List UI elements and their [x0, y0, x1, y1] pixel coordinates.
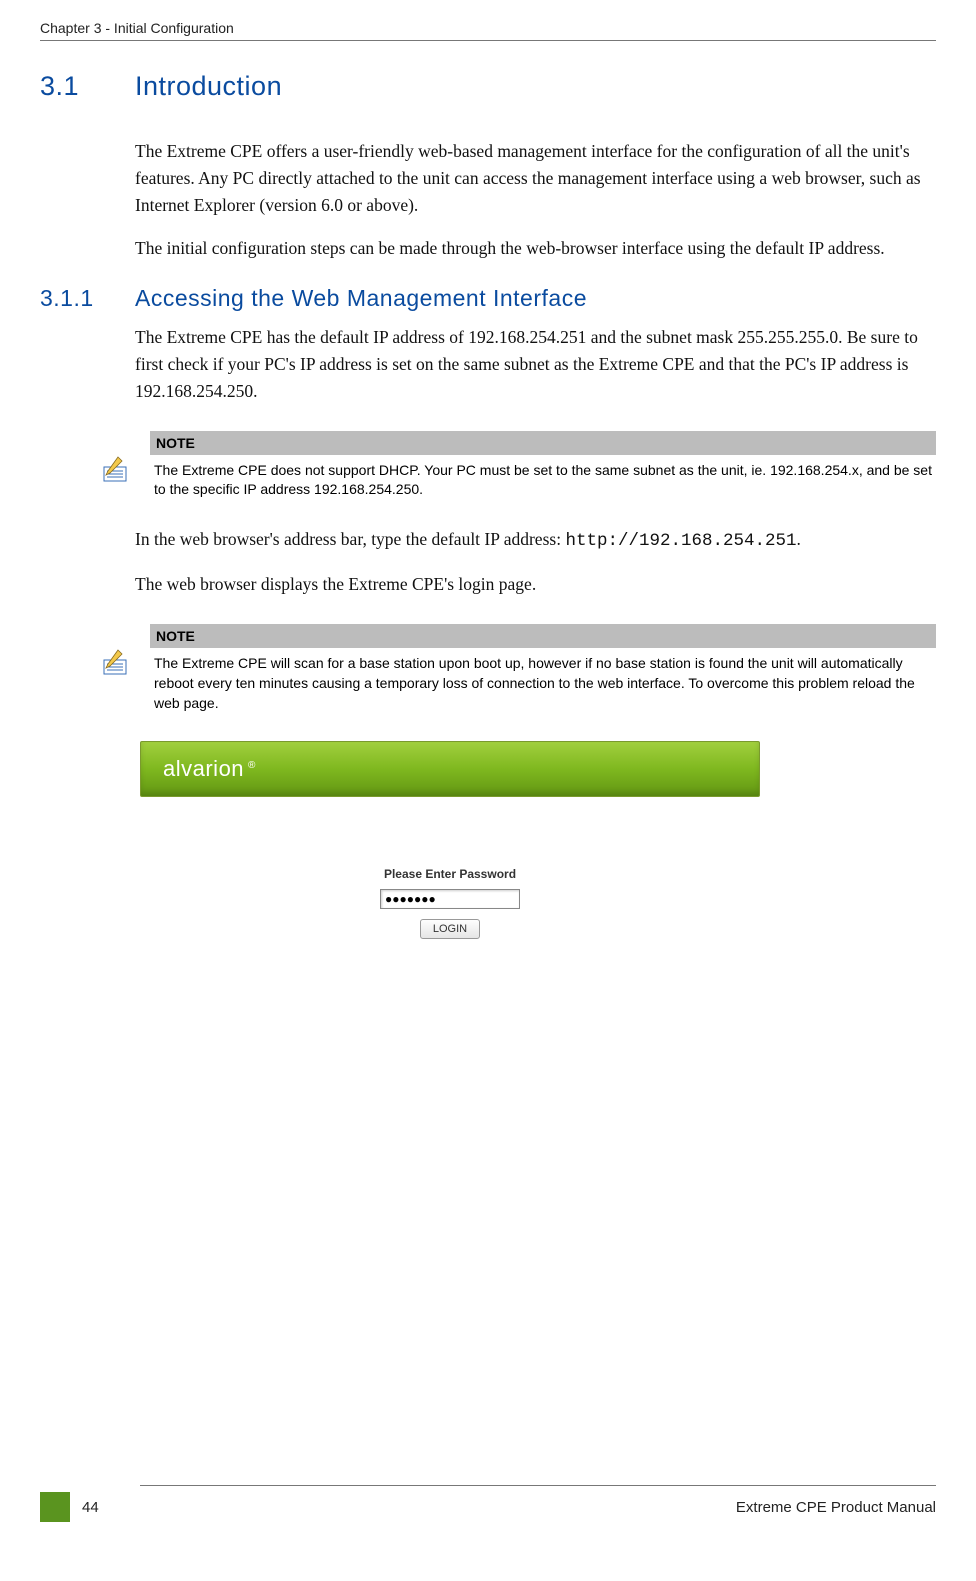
note-block-2: NOTE The Extreme CPE will scan for a bas…: [100, 624, 936, 713]
heading-3-1-1-number: 3.1.1: [40, 285, 135, 312]
heading-3-1: 3.1Introduction: [40, 71, 936, 102]
password-input[interactable]: [380, 889, 520, 909]
intro-paragraph-1: The Extreme CPE offers a user-friendly w…: [135, 138, 936, 219]
footer-green-box-icon: [40, 1492, 70, 1522]
access-paragraph-2: In the web browser's address bar, type t…: [135, 526, 936, 555]
login-banner: alvarion ®: [140, 741, 760, 797]
note-1-text: The Extreme CPE does not support DHCP. Y…: [150, 455, 936, 500]
note-block-1: NOTE The Extreme CPE does not support DH…: [100, 431, 936, 500]
running-header: Chapter 3 - Initial Configuration: [40, 20, 936, 36]
brand-logo-text: alvarion: [163, 756, 244, 781]
note-pencil-icon: [100, 646, 132, 683]
default-ip-url: http://192.168.254.251: [565, 531, 796, 551]
intro-paragraph-2: The initial configuration steps can be m…: [135, 235, 936, 262]
heading-3-1-number: 3.1: [40, 71, 135, 102]
footer-doc-title: Extreme CPE Product Manual: [736, 1499, 936, 1516]
password-prompt-label: Please Enter Password: [140, 867, 760, 881]
access-paragraph-2-post: .: [796, 529, 800, 549]
heading-3-1-title: Introduction: [135, 71, 282, 101]
footer-rule: [140, 1485, 936, 1486]
note-2-text: The Extreme CPE will scan for a base sta…: [150, 648, 936, 713]
heading-3-1-1: 3.1.1Accessing the Web Management Interf…: [40, 285, 936, 312]
header-rule: [40, 40, 936, 41]
page-number: 44: [82, 1499, 99, 1516]
note-pencil-icon: [100, 453, 132, 490]
login-page-figure: alvarion ® Please Enter Password LOGIN: [140, 741, 760, 939]
page-footer: 44 Extreme CPE Product Manual: [40, 1485, 936, 1522]
heading-3-1-1-title: Accessing the Web Management Interface: [135, 285, 587, 311]
access-paragraph-2-pre: In the web browser's address bar, type t…: [135, 529, 565, 549]
note-1-label: NOTE: [150, 431, 936, 455]
login-button[interactable]: LOGIN: [420, 919, 480, 939]
brand-logo: alvarion ®: [163, 756, 256, 782]
note-2-label: NOTE: [150, 624, 936, 648]
access-paragraph-1: The Extreme CPE has the default IP addre…: [135, 324, 936, 405]
access-paragraph-3: The web browser displays the Extreme CPE…: [135, 571, 936, 598]
registered-mark-icon: ®: [248, 760, 256, 771]
